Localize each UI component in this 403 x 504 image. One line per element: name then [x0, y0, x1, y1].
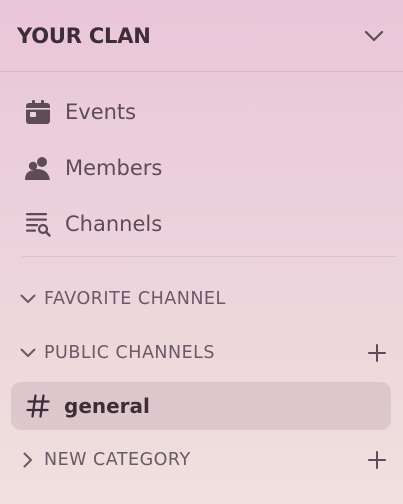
chevron-down-icon[interactable] [18, 343, 38, 363]
category-new-category[interactable]: NEW CATEGORY [0, 445, 403, 475]
category-favorite-channel[interactable]: FAVORITE CHANNEL [0, 284, 403, 314]
server-header[interactable]: YOUR CLAN [0, 0, 403, 72]
server-sidebar: YOUR CLAN Events Members Channels FAVORI… [0, 0, 403, 504]
hash-icon [25, 393, 51, 419]
chevron-right-icon[interactable] [18, 450, 38, 470]
calendar-icon [24, 98, 52, 126]
nav-item-channels[interactable]: Channels [12, 196, 396, 252]
chevron-down-icon[interactable] [363, 25, 385, 47]
nav-item-label: Events [65, 100, 137, 124]
server-name: YOUR CLAN [17, 23, 151, 48]
category-public-channels[interactable]: PUBLIC CHANNELS [0, 338, 403, 368]
nav-item-label: Channels [65, 212, 163, 236]
nav-item-members[interactable]: Members [12, 140, 396, 196]
plus-icon[interactable] [365, 448, 389, 472]
nav-item-label: Members [65, 156, 163, 180]
category-label: FAVORITE CHANNEL [44, 289, 226, 309]
channel-name: general [64, 394, 150, 418]
category-label: PUBLIC CHANNELS [44, 343, 216, 363]
server-nav: Events Members Channels [12, 84, 396, 252]
channel-item-general[interactable]: general [11, 382, 391, 430]
divider [22, 256, 396, 257]
category-label: NEW CATEGORY [44, 450, 191, 470]
chevron-down-icon[interactable] [18, 289, 38, 309]
plus-icon[interactable] [365, 341, 389, 365]
channel-browser-icon [24, 210, 52, 238]
members-icon [24, 154, 52, 182]
nav-item-events[interactable]: Events [12, 84, 396, 140]
